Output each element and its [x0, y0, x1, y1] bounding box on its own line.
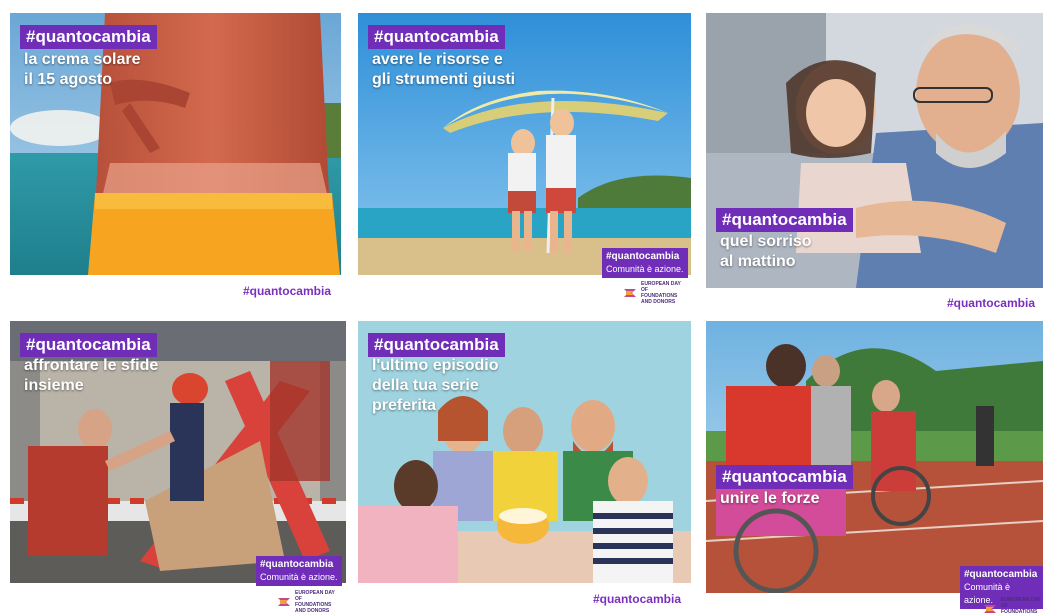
campaign-badge: #quantocambia Comunità è azione. [256, 556, 342, 586]
caption-line: l'ultimo episodio [372, 357, 499, 374]
card-caption: la crema solare il 15 agosto [24, 50, 141, 90]
logo-text: EUROPEAN DAY OF FOUNDATIONS AND DONORS [295, 590, 335, 614]
efd-logo-icon [278, 598, 290, 606]
campaign-card-1[interactable]: #quantocambia la crema solare il 15 agos… [10, 13, 341, 305]
caption-line: insieme [24, 377, 84, 394]
efd-logo-icon [984, 605, 996, 613]
hashtag-label: #quantocambia [716, 465, 853, 489]
logo-text: EUROPEAN DAY OF FOUNDATIONS AND DONORS [1001, 597, 1041, 614]
campaign-card-3[interactable]: #quantocambia quel sorriso al mattino #q… [706, 13, 1043, 313]
foundations-logo: EUROPEAN DAY OF FOUNDATIONS AND DONORS [276, 590, 337, 614]
caption-line: gli strumenti giusti [372, 71, 516, 88]
caption-line: la crema solare [24, 51, 141, 68]
caption-line: unire le forze [720, 490, 820, 507]
hashtag-label: #quantocambia [368, 333, 505, 357]
foundations-logo: EUROPEAN DAY OF FOUNDATIONS AND DONORS [622, 281, 683, 305]
caption-line: della tua serie [372, 377, 479, 394]
campaign-badge: #quantocambia Comunità è azione. [602, 248, 688, 278]
caption-line: affrontare le sfide [24, 357, 159, 374]
card-caption: quel sorriso al mattino [720, 232, 812, 272]
hashtag-label: #quantocambia [20, 25, 157, 49]
footer-hashtag[interactable]: #quantocambia [243, 284, 331, 298]
card-caption: avere le risorse e gli strumenti giusti [372, 50, 515, 90]
caption-line: il 15 agosto [24, 71, 113, 88]
caption-line: quel sorriso [720, 233, 812, 250]
card-caption: unire le forze [720, 489, 820, 509]
footer-hashtag[interactable]: #quantocambia [593, 592, 681, 606]
campaign-card-6[interactable]: #quantocambia unire le forze #quantocamb… [706, 321, 1043, 614]
hashtag-label: #quantocambia [20, 333, 157, 357]
campaign-card-2[interactable]: #quantocambia avere le risorse e gli str… [358, 13, 691, 305]
foundations-logo: EUROPEAN DAY OF FOUNDATIONS AND DONORS [982, 597, 1043, 614]
wheelchair-athletics-photo [706, 321, 1043, 593]
campaign-card-4[interactable]: #quantocambia affrontare le sfide insiem… [10, 321, 346, 614]
card-caption: l'ultimo episodio della tua serie prefer… [372, 356, 498, 416]
card-caption: affrontare le sfide insieme [24, 356, 158, 396]
efd-logo-icon [624, 289, 636, 297]
logo-text: EUROPEAN DAY OF FOUNDATIONS AND DONORS [641, 281, 681, 305]
footer-hashtag[interactable]: #quantocambia [947, 296, 1035, 310]
campaign-card-5[interactable]: #quantocambia l'ultimo episodio della tu… [358, 321, 691, 614]
hashtag-label: #quantocambia [716, 208, 853, 232]
caption-line: preferita [372, 397, 437, 414]
hashtag-label: #quantocambia [368, 25, 505, 49]
caption-line: avere le risorse e [372, 51, 503, 68]
caption-line: al mattino [720, 253, 796, 270]
